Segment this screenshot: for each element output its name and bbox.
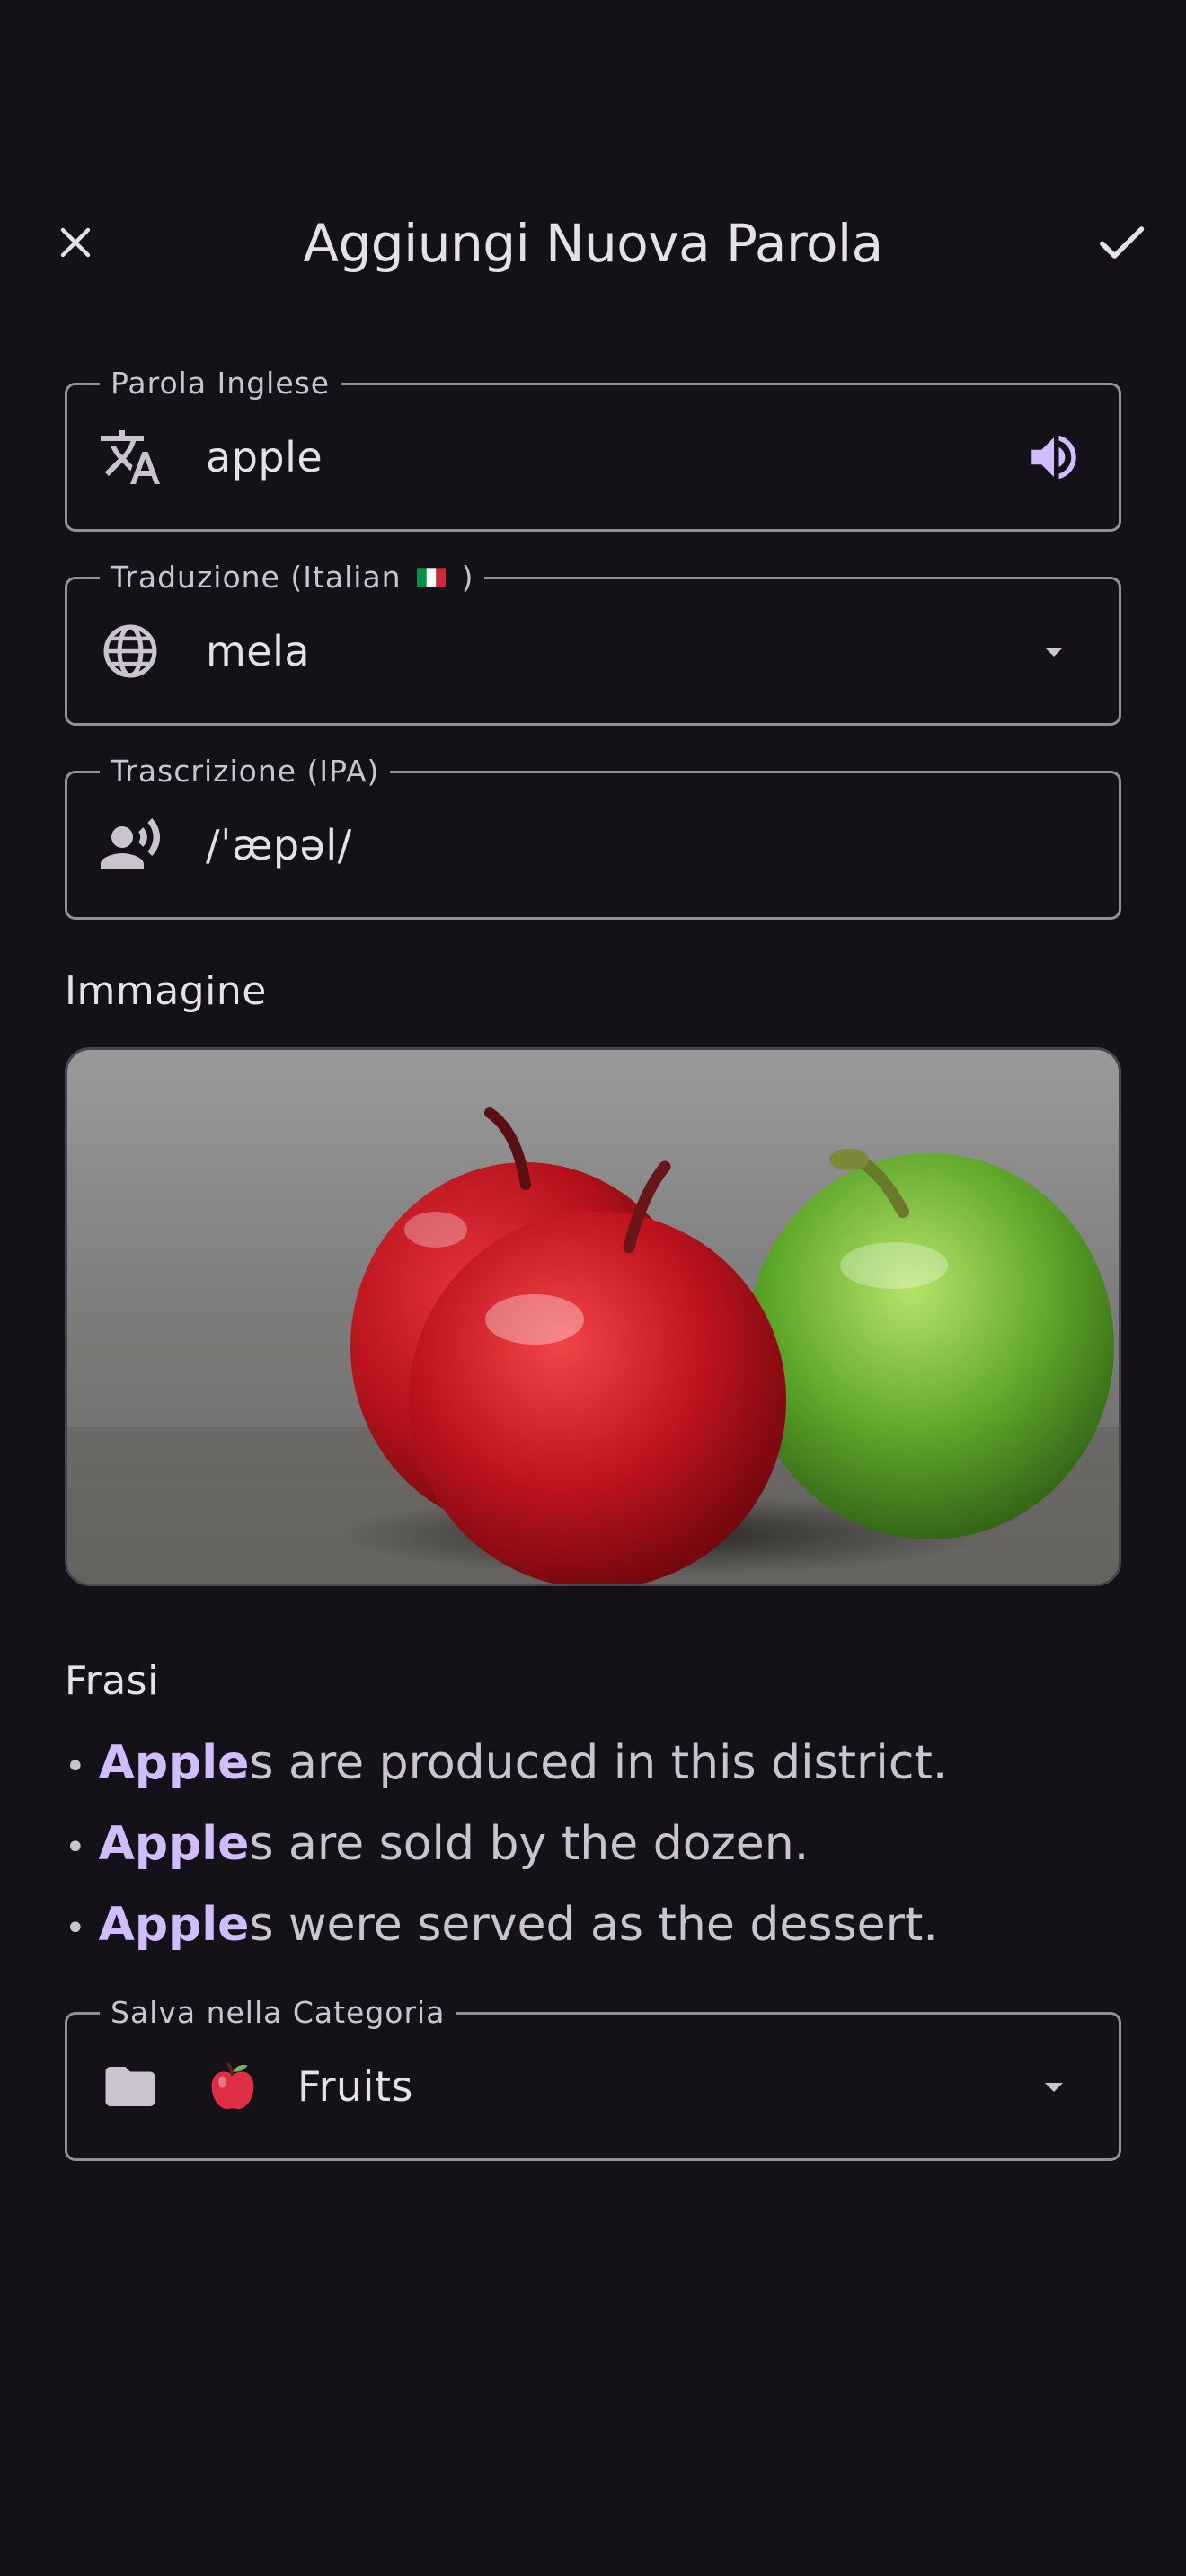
ipa-field[interactable]: Trascrizione (IPA) /ˈæpəl/ [65,754,1121,920]
dropdown-arrow-icon [1045,648,1063,657]
ipa-input[interactable]: /ˈæpəl/ [206,820,925,870]
example-sentence: • Apples are produced in this district. [65,1725,1121,1805]
bullet: • [65,1827,86,1868]
highlighted-word: Apple [98,1817,250,1871]
translation-input[interactable]: mela [206,626,925,676]
category-field[interactable]: Salva nella Categoria Fruits [65,1995,1121,2161]
english-word-label: Parola Inglese [100,366,341,401]
add-word-screen: Aggiungi Nuova Parola Parola Inglese app… [0,0,1186,2576]
bullet: • [65,1746,86,1787]
sentence-text: s are produced in this district. [249,1736,948,1790]
check-icon [1100,226,1145,259]
translation-field[interactable]: Traduzione (Italian ) mela [65,560,1121,726]
page-title: Aggiungi Nuova Parola [303,213,883,274]
highlighted-word: Apple [98,1898,250,1952]
ipa-label: Trascrizione (IPA) [100,754,391,790]
italian-flag-icon [417,567,447,587]
example-sentences-list: • Apples are produced in this district. •… [65,1725,1121,1967]
category-select-value[interactable]: Fruits [297,2061,1016,2112]
apples-photo [67,1050,1119,1584]
english-word-input[interactable]: apple [206,432,925,482]
category-dropdown-button[interactable] [1022,2054,1086,2119]
dropdown-arrow-icon [1045,2083,1063,2092]
word-image[interactable] [65,1047,1121,1586]
translation-label: Traduzione (Italian ) [100,560,485,595]
pronounce-button[interactable] [1022,425,1086,490]
highlighted-word: Apple [98,1736,250,1790]
example-sentence: • Apples were served as the dessert. [65,1886,1121,1967]
sentence-text: s were served as the dessert. [249,1898,938,1952]
globe-icon [98,619,163,684]
sentence-text: s are sold by the dozen. [249,1817,810,1871]
folder-icon [98,2054,163,2119]
english-word-field[interactable]: Parola Inglese apple [65,366,1121,532]
red-apple-emoji [206,2060,260,2113]
translation-label-suffix: ) [461,560,474,595]
volume-up-icon [1031,435,1076,480]
sentences-section-title: Frasi [65,1658,159,1704]
top-app-bar: Aggiungi Nuova Parola [0,180,1186,305]
record-voice-icon [98,813,163,878]
example-sentence: • Apples are sold by the dozen. [65,1805,1121,1886]
bullet: • [65,1908,86,1949]
translation-dropdown-button[interactable] [1022,619,1086,684]
save-button[interactable] [1085,207,1157,278]
image-section-title: Immagine [65,968,267,1014]
category-label: Salva nella Categoria [100,1995,456,2031]
translate-icon [98,425,163,490]
translation-label-text: Traduzione (Italian [111,560,402,595]
